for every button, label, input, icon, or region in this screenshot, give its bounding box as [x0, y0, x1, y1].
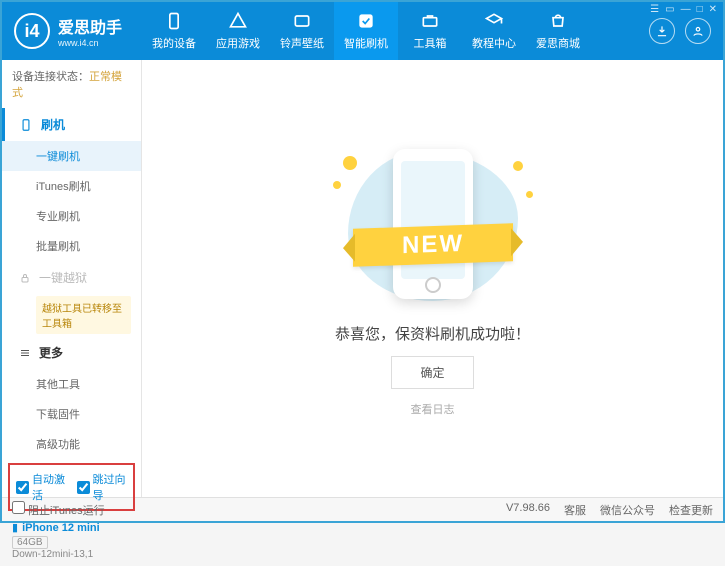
settings-icon[interactable]: ☰	[650, 4, 659, 15]
auto-activate-checkbox[interactable]: 自动激活	[16, 471, 67, 503]
logo-icon: i4	[14, 13, 50, 49]
phone-icon: ▮	[12, 522, 18, 534]
sidebar-itunes-flash[interactable]: iTunes刷机	[2, 171, 141, 201]
check-update-link[interactable]: 检查更新	[669, 502, 713, 518]
download-icon[interactable]	[649, 18, 675, 44]
customer-service-link[interactable]: 客服	[564, 502, 586, 518]
block-itunes-checkbox[interactable]: 阻止iTunes运行	[12, 501, 105, 518]
nav-toolbox[interactable]: 工具箱	[398, 2, 462, 60]
user-icon[interactable]	[685, 18, 711, 44]
nav-store[interactable]: 爱思商城	[526, 2, 590, 60]
skip-guide-checkbox[interactable]: 跳过向导	[77, 471, 128, 503]
main-content: NEW 恭喜您，保资料刷机成功啦！ 确定 查看日志	[142, 60, 723, 497]
app-title: 爱思助手	[58, 14, 122, 38]
phone-graphic-icon	[393, 149, 473, 299]
minimize-icon[interactable]: —	[681, 4, 691, 15]
sidebar-other-tools[interactable]: 其他工具	[2, 369, 141, 399]
logo-area: i4 爱思助手 www.i4.cn	[2, 2, 142, 60]
device-firmware: Down-12mini-13,1	[12, 549, 131, 560]
nav-tutorials[interactable]: 教程中心	[462, 2, 526, 60]
view-log-link[interactable]: 查看日志	[411, 401, 455, 417]
skin-icon[interactable]: ▭	[665, 4, 674, 15]
connection-status: 设备连接状态：正常模式	[2, 60, 141, 108]
sidebar-download-fw[interactable]: 下载固件	[2, 399, 141, 429]
nav-apps[interactable]: 应用游戏	[206, 2, 270, 60]
window-controls: ☰ ▭ — □ ✕	[650, 4, 717, 15]
nav-flash[interactable]: 智能刷机	[334, 2, 398, 60]
sidebar-flash-header[interactable]: 刷机	[2, 108, 141, 141]
maximize-icon[interactable]: □	[697, 4, 703, 15]
sidebar-pro-flash[interactable]: 专业刷机	[2, 201, 141, 231]
sidebar: 设备连接状态：正常模式 刷机 一键刷机 iTunes刷机 专业刷机 批量刷机 一…	[2, 60, 142, 497]
new-ribbon: NEW	[353, 223, 513, 267]
device-name: iPhone 12 mini	[22, 522, 100, 534]
nav-ringtones[interactable]: 铃声壁纸	[270, 2, 334, 60]
sidebar-one-click-flash[interactable]: 一键刷机	[2, 141, 141, 171]
confirm-button[interactable]: 确定	[391, 356, 473, 389]
close-icon[interactable]: ✕	[709, 4, 717, 15]
app-header: ☰ ▭ — □ ✕ i4 爱思助手 www.i4.cn 我的设备 应用游戏 铃声…	[2, 2, 723, 60]
sidebar-jailbreak: 一键越狱	[2, 261, 141, 294]
success-illustration: NEW	[333, 141, 533, 311]
sidebar-more-header[interactable]: 更多	[2, 336, 141, 369]
sidebar-advanced[interactable]: 高级功能	[2, 429, 141, 459]
jailbreak-notice: 越狱工具已转移至工具箱	[36, 296, 131, 334]
app-url: www.i4.cn	[58, 38, 122, 48]
version-label: V7.98.66	[506, 502, 550, 518]
device-storage: 64GB	[12, 536, 48, 549]
success-message: 恭喜您，保资料刷机成功啦！	[335, 323, 530, 344]
main-nav: 我的设备 应用游戏 铃声壁纸 智能刷机 工具箱 教程中心 爱思商城	[142, 2, 649, 60]
nav-my-device[interactable]: 我的设备	[142, 2, 206, 60]
sidebar-batch-flash[interactable]: 批量刷机	[2, 231, 141, 261]
wechat-link[interactable]: 微信公众号	[600, 502, 655, 518]
